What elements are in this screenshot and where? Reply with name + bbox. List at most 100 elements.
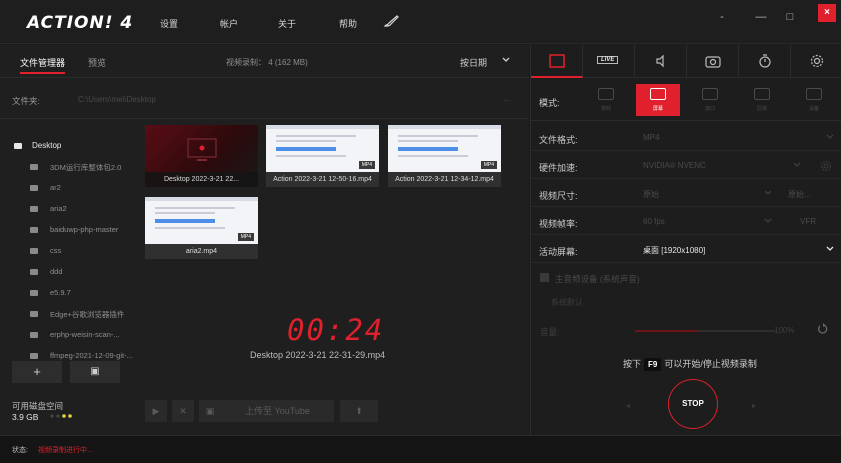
monitor-icon: [187, 138, 217, 161]
mode-screen[interactable]: 屏幕: [636, 84, 680, 116]
mode-game[interactable]: 游戏: [584, 84, 628, 116]
tree-item[interactable]: erphp-weisin-scan-...: [0, 327, 140, 345]
setting-label: 视频帧率:: [539, 219, 578, 229]
chevron-down-icon[interactable]: [793, 162, 801, 168]
tab-settings[interactable]: [791, 45, 841, 78]
tab-preview[interactable]: 预览: [88, 56, 106, 69]
folder-row: 文件夹: C:\Users\mei\Desktop ...: [0, 79, 529, 119]
tree-item[interactable]: ddd: [0, 264, 140, 282]
menu-settings[interactable]: 设置: [160, 17, 178, 30]
audio-checkbox[interactable]: [540, 273, 549, 282]
browse-button[interactable]: ...: [503, 93, 511, 103]
close-button[interactable]: ×: [818, 4, 836, 22]
menu-account[interactable]: 帐户: [220, 17, 238, 30]
status-value: 视频录制进行中...: [38, 447, 93, 454]
tab-record[interactable]: [531, 45, 583, 78]
volume-percent: 100%: [774, 326, 795, 335]
stopwatch-icon: [759, 54, 771, 68]
folder-icon: [30, 269, 38, 275]
thumb-caption: Action 2022-3-21 12-34-12.mp4: [388, 172, 501, 187]
title-bar: ACTION! 4 设置 帐户 关于 帮助 - — □ ×: [0, 0, 841, 44]
tree-item[interactable]: Desktop: [0, 138, 140, 156]
tree-item[interactable]: 3DM运行库整体包2.0: [0, 159, 140, 177]
recording-thumb[interactable]: MP4 Action 2022-3-21 12-34-12.mp4: [388, 125, 501, 187]
sort-dropdown[interactable]: 按日期: [460, 56, 487, 69]
menu-help[interactable]: 帮助: [339, 17, 357, 30]
add-folder-button[interactable]: +: [12, 361, 62, 383]
tree-item-label: aria2: [50, 204, 67, 213]
setting-value: NVIDIA® NVENC: [643, 161, 706, 170]
setting-video-size[interactable]: 视频尺寸: 原始 原始...: [531, 180, 841, 207]
audio-device-select[interactable]: 系统默认: [551, 297, 583, 308]
tab-camera[interactable]: [687, 45, 739, 78]
chevron-down-icon[interactable]: [826, 246, 834, 252]
hint-prefix: 按下: [623, 359, 642, 369]
chevron-down-icon[interactable]: [764, 218, 772, 224]
setting-value-secondary[interactable]: 原始...: [788, 189, 811, 200]
chevron-down-icon[interactable]: [826, 134, 834, 140]
maximize-button[interactable]: □: [781, 8, 799, 26]
upload-button[interactable]: ⬆: [340, 400, 378, 422]
setting-label: 文件格式:: [539, 135, 578, 145]
tab-live[interactable]: LIVE: [583, 45, 635, 78]
menu-about[interactable]: 关于: [278, 17, 296, 30]
tree-item[interactable]: css: [0, 243, 140, 261]
folder-path-input[interactable]: C:\Users\mei\Desktop: [78, 95, 156, 104]
gamepad-icon: [598, 88, 614, 100]
folder-icon: [30, 185, 38, 191]
tree-item-label: erphp-weisin-scan-...: [50, 330, 120, 339]
tree-item[interactable]: ffmpeg-2021-12-09-git-...: [0, 348, 140, 362]
setting-hw-accel[interactable]: 硬件加速: NVIDIA® NVENC: [531, 152, 841, 179]
recording-thumb[interactable]: MP4 Action 2022-3-21 12-50-16.mp4: [266, 125, 379, 187]
play-button[interactable]: ▶: [145, 400, 167, 422]
mode-window-label: 窗口: [704, 106, 715, 112]
recording-thumb[interactable]: Desktop 2022-3-21 22...: [145, 125, 258, 187]
tree-item[interactable]: e5.9.7: [0, 285, 140, 303]
brush-icon[interactable]: [383, 14, 401, 28]
setting-active-screen[interactable]: 活动屏幕: 桌面 [1920x1080]: [531, 236, 841, 263]
tree-item[interactable]: Edge+谷歌浏览器插件: [0, 306, 140, 324]
tree-item[interactable]: aria2: [0, 201, 140, 219]
gear-icon[interactable]: [820, 160, 832, 172]
tree-item-label: ffmpeg-2021-12-09-git-...: [50, 351, 133, 360]
volume-slider[interactable]: [635, 330, 775, 332]
speaker-icon: [656, 54, 664, 68]
mode-region[interactable]: 区域: [740, 84, 784, 116]
chevron-down-icon[interactable]: [502, 57, 510, 63]
setting-value-secondary[interactable]: VFR: [800, 217, 816, 226]
tree-item-label: 3DM运行库整体包2.0: [50, 163, 122, 172]
open-folder-button[interactable]: ▣: [70, 361, 120, 383]
minimize-button[interactable]: —: [752, 8, 770, 26]
tree-item[interactable]: ar2: [0, 180, 140, 198]
mp4-badge: MP4: [237, 233, 254, 241]
tree-buttons: + ▣: [12, 361, 122, 385]
folder-icon: [30, 227, 38, 233]
mp4-badge: MP4: [358, 161, 375, 169]
app-logo: ACTION! 4: [27, 13, 134, 33]
mode-device[interactable]: 设备: [792, 84, 836, 116]
chevron-down-icon[interactable]: [764, 190, 772, 196]
tab-timer[interactable]: [739, 45, 791, 78]
tab-audio[interactable]: [635, 45, 687, 78]
reset-icon[interactable]: [817, 323, 829, 335]
setting-label: 硬件加速:: [539, 163, 578, 173]
mode-window[interactable]: 窗口: [688, 84, 732, 116]
tree-item[interactable]: baiduwp-php-master: [0, 222, 140, 240]
tab-file-manager[interactable]: 文件管理器: [20, 56, 66, 74]
minimize-small-button[interactable]: -: [713, 8, 731, 26]
youtube-icon[interactable]: ▣: [199, 400, 221, 422]
disk-indicator-icon: [50, 414, 72, 418]
folder-icon: [30, 290, 38, 296]
upload-youtube-button[interactable]: 上传至 YouTube: [221, 400, 334, 422]
mode-label: 模式:: [539, 98, 560, 108]
recording-thumb[interactable]: MP4 aria2.mp4: [145, 197, 258, 259]
delete-button[interactable]: ✕: [172, 400, 194, 422]
folder-tree: Desktop 3DM运行库整体包2.0 ar2 aria2 baiduwp-p…: [0, 130, 140, 362]
setting-framerate[interactable]: 视频帧率: 60 fps VFR: [531, 208, 841, 235]
stop-button[interactable]: STOP: [668, 379, 718, 429]
folder-icon: [30, 248, 38, 254]
folder-icon: [30, 332, 38, 338]
setting-file-format[interactable]: 文件格式: MP4: [531, 124, 841, 151]
region-icon: [754, 88, 770, 100]
recording-count: 视频录制： 4 (162 MB): [226, 58, 308, 67]
